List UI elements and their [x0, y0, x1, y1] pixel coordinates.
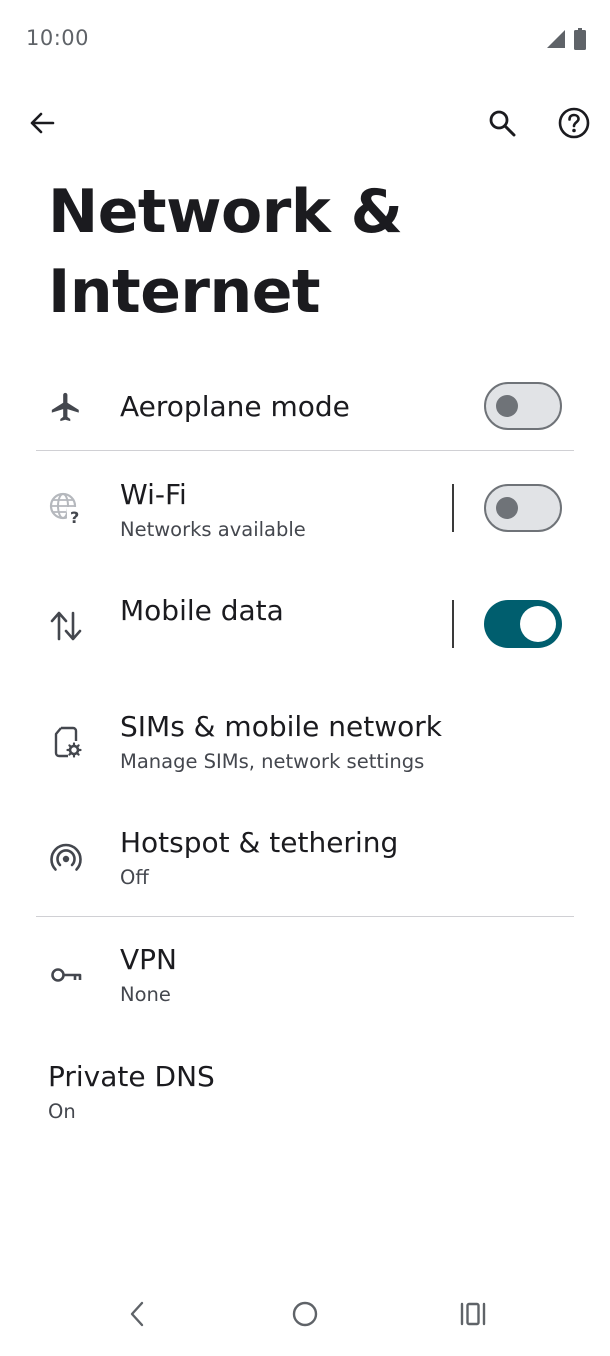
svg-text:?: ?	[70, 508, 79, 526]
wifi-globe-icon: ?	[46, 488, 86, 528]
aeroplane-mode-title: Aeroplane mode	[120, 390, 350, 423]
sims-title: SIMs & mobile network	[120, 710, 442, 743]
help-icon	[558, 107, 590, 143]
nav-back-button[interactable]	[107, 1286, 167, 1346]
search-button[interactable]	[476, 99, 528, 151]
swap-vertical-icon	[46, 606, 86, 646]
switch-knob	[496, 497, 518, 519]
search-icon	[487, 108, 517, 142]
switch-knob	[520, 606, 556, 642]
list-item-sims[interactable]: SIMs & mobile network Manage SIMs, netwo…	[0, 704, 610, 784]
airplane-icon	[46, 387, 86, 427]
vpn-title: VPN	[120, 943, 177, 976]
vpn-subtitle: None	[120, 983, 171, 1006]
list-item-wifi[interactable]: ? Wi-Fi Networks available	[0, 470, 610, 550]
list-item-vpn[interactable]: VPN None	[0, 937, 610, 1017]
settings-screen: 10:00 Network & Internet Aeroplane mode …	[0, 0, 610, 1356]
sim-settings-icon	[46, 722, 86, 762]
list-item-mobile-data[interactable]: Mobile data	[0, 588, 610, 664]
help-button[interactable]	[548, 99, 600, 151]
hotspot-title: Hotspot & tethering	[120, 826, 399, 859]
vpn-key-icon	[46, 955, 86, 995]
private-dns-title: Private DNS	[48, 1060, 215, 1093]
status-icons	[546, 28, 586, 54]
nav-recents-icon	[458, 1299, 488, 1333]
wifi-switch[interactable]	[484, 484, 562, 532]
wifi-title: Wi-Fi	[120, 478, 187, 511]
nav-back-icon	[125, 1299, 149, 1333]
list-item-hotspot[interactable]: Hotspot & tethering Off	[0, 820, 610, 900]
vertical-separator	[452, 600, 454, 648]
arrow-back-icon	[28, 109, 56, 141]
app-bar	[0, 96, 610, 154]
sims-subtitle: Manage SIMs, network settings	[120, 750, 425, 773]
list-item-aeroplane-mode[interactable]: Aeroplane mode	[0, 370, 610, 444]
aeroplane-mode-switch[interactable]	[484, 382, 562, 430]
divider	[36, 916, 574, 917]
status-time: 10:00	[26, 26, 90, 50]
divider	[36, 450, 574, 451]
back-button[interactable]	[16, 99, 68, 151]
vertical-separator	[452, 484, 454, 532]
wifi-subtitle: Networks available	[120, 518, 306, 541]
nav-home-button[interactable]	[275, 1286, 335, 1346]
private-dns-subtitle: On	[48, 1100, 76, 1123]
switch-knob	[496, 395, 518, 417]
page-title: Network & Internet	[48, 177, 403, 327]
hotspot-icon	[46, 838, 86, 878]
mobile-data-title: Mobile data	[120, 594, 284, 627]
navigation-bar	[0, 1276, 610, 1356]
nav-home-icon	[290, 1299, 320, 1333]
battery-icon	[574, 28, 586, 54]
list-item-private-dns[interactable]: Private DNS On	[0, 1054, 610, 1134]
nav-recents-button[interactable]	[443, 1286, 503, 1346]
mobile-data-switch[interactable]	[484, 600, 562, 648]
signal-icon	[546, 29, 566, 53]
hotspot-subtitle: Off	[120, 866, 149, 889]
status-bar: 10:00	[0, 0, 610, 78]
